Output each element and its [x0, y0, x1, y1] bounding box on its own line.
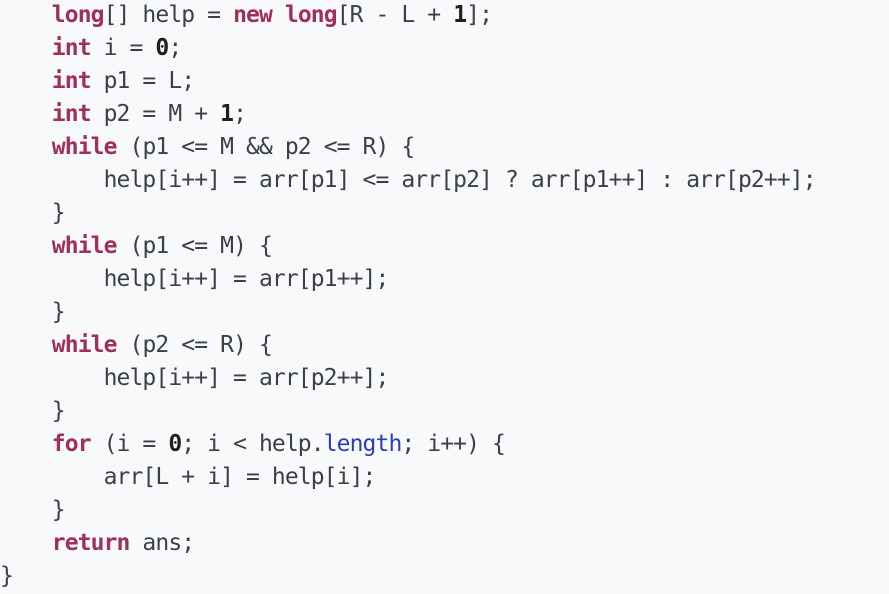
code-line: int p1 = L; — [0, 65, 196, 98]
keyword-token: long — [284, 2, 338, 28]
field-token: length — [323, 431, 403, 457]
code-text: p1 = L; — [90, 68, 196, 94]
code-text: [] help = — [103, 2, 234, 28]
keyword-token: int — [51, 101, 92, 127]
code-line: help[i++] = arr[p2++]; — [0, 362, 390, 395]
code-text: } — [0, 398, 66, 424]
keyword-token: while — [51, 134, 118, 160]
code-line: for (i = 0; i < help.length; i++) { — [0, 428, 506, 461]
keyword-token: new — [233, 2, 273, 28]
code-line: while (p1 <= M && p2 <= R) { — [0, 131, 415, 164]
number-token: 1 — [453, 2, 467, 28]
code-text: help[i++] = arr[p1] <= arr[p2] ? arr[p1+… — [0, 167, 817, 193]
code-line: arr[L + i] = help[i]; — [0, 461, 377, 494]
keyword-token: while — [51, 332, 118, 358]
keyword-token: int — [51, 35, 92, 61]
code-text: ans; — [129, 530, 195, 556]
code-text: } — [0, 299, 66, 325]
keyword-token: for — [51, 431, 92, 457]
code-text: ; — [168, 35, 182, 61]
keyword-token: while — [51, 233, 118, 259]
code-text: ; i++) { — [401, 431, 505, 457]
code-text: ; — [233, 101, 247, 127]
code-text: ; i < help. — [181, 431, 324, 457]
code-line: } — [0, 494, 66, 527]
keyword-token: return — [51, 530, 131, 556]
code-text: } — [0, 563, 14, 589]
code-text: } — [0, 200, 66, 226]
number-token: 0 — [155, 35, 169, 61]
code-text: arr[L + i] = help[i]; — [0, 464, 377, 490]
code-text: help[i++] = arr[p1++]; — [0, 266, 390, 292]
code-text: (p1 <= M && p2 <= R) { — [116, 134, 415, 160]
code-text: [R - L + — [336, 2, 454, 28]
code-text: } — [0, 497, 66, 523]
code-line: } — [0, 395, 66, 428]
code-text: (i = — [90, 431, 169, 457]
code-line: long[] help = new long[R - L + 1]; — [0, 0, 493, 32]
code-line: return ans; — [0, 527, 195, 560]
code-editor[interactable]: long[] help = new long[R - L + 1]; int i… — [0, 0, 889, 594]
keyword-token: int — [51, 68, 92, 94]
code-line: help[i++] = arr[p1++]; — [0, 263, 390, 296]
code-text: (p2 <= R) { — [116, 332, 272, 358]
code-line: while (p1 <= M) { — [0, 230, 273, 263]
code-line: int i = 0; — [0, 32, 182, 65]
code-text: ]; — [466, 2, 493, 28]
code-text: i = — [90, 35, 156, 61]
code-line: } — [0, 197, 66, 230]
code-text: (p1 <= M) { — [116, 233, 272, 259]
keyword-token: long — [51, 2, 105, 28]
code-line: } — [0, 296, 66, 329]
code-text: help[i++] = arr[p2++]; — [0, 365, 390, 391]
code-line: int p2 = M + 1; — [0, 98, 247, 131]
code-text: p2 = M + — [90, 101, 221, 127]
code-line: help[i++] = arr[p1] <= arr[p2] ? arr[p1+… — [0, 164, 817, 197]
number-token: 1 — [220, 101, 234, 127]
code-line: while (p2 <= R) { — [0, 329, 273, 362]
number-token: 0 — [168, 431, 182, 457]
code-line: } — [0, 560, 14, 593]
